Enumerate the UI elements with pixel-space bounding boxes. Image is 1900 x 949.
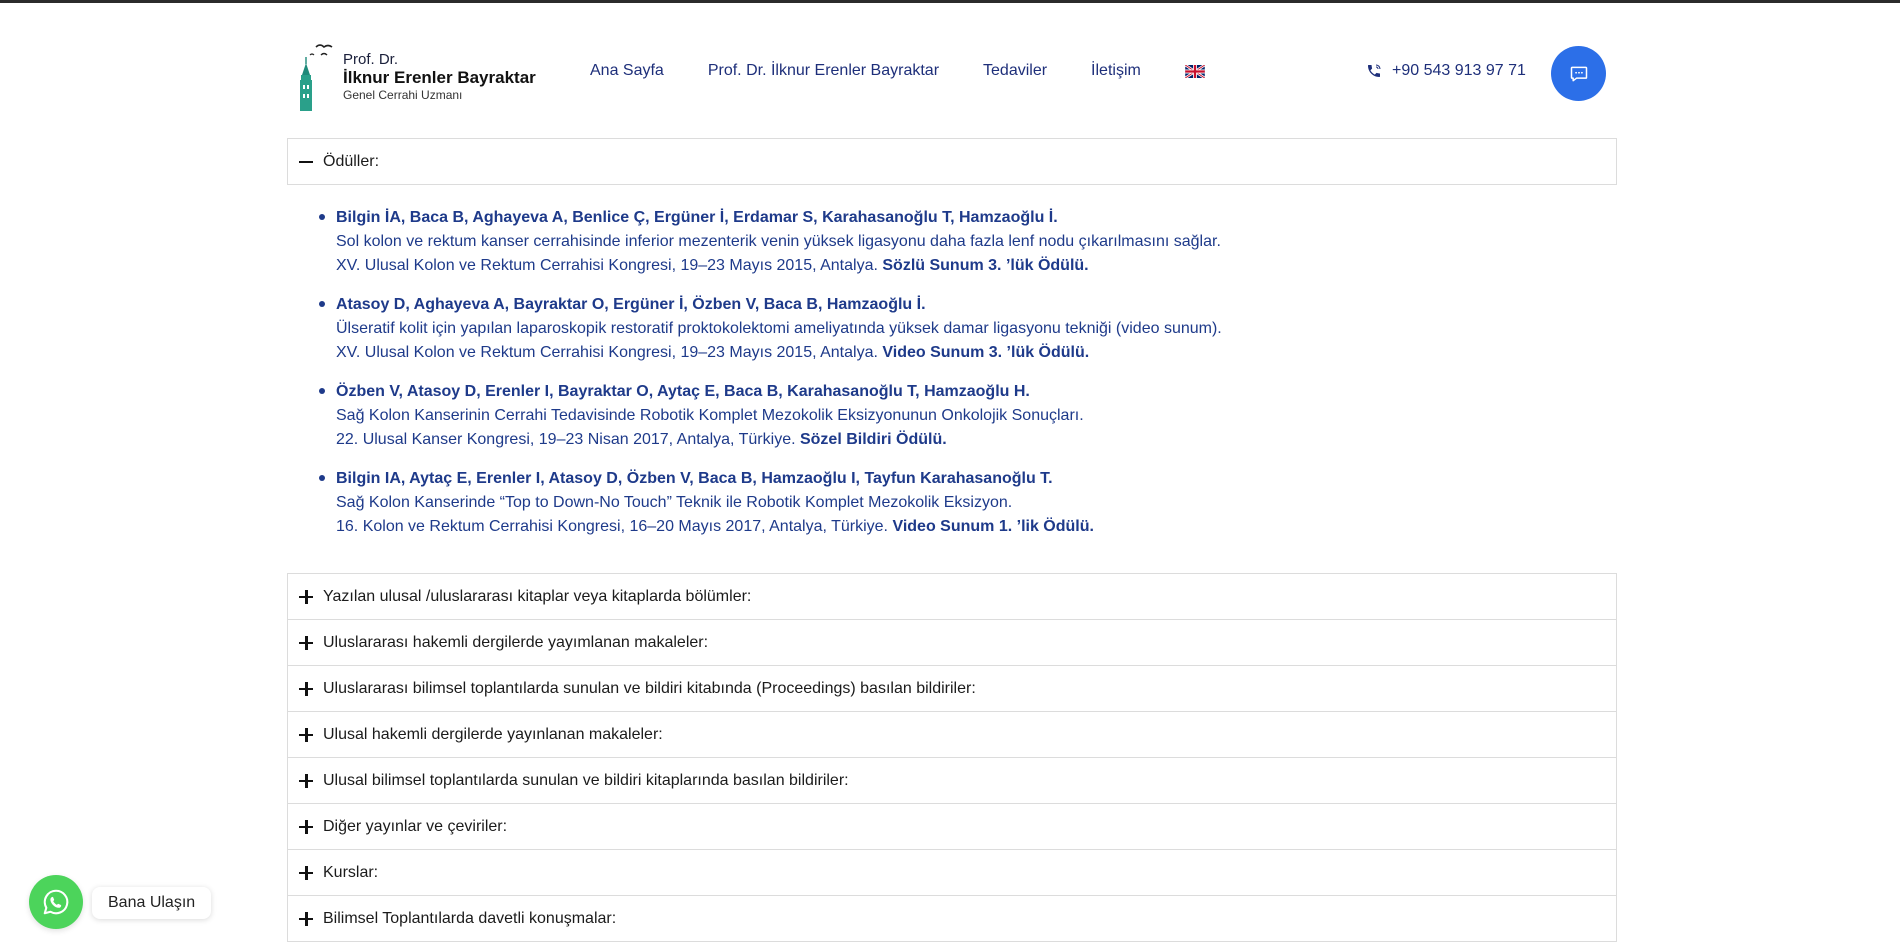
accordion-national-articles-header[interactable]: Ulusal hakemli dergilerde yayınlanan mak… — [287, 711, 1617, 758]
accordion-other-publications-header[interactable]: Diğer yayınlar ve çeviriler: — [287, 803, 1617, 850]
award-venue: XV. Ulusal Kolon ve Rektum Cerrahisi Kon… — [336, 344, 878, 361]
plus-icon — [299, 681, 313, 696]
logo-text: Prof. Dr. İlknur Erenler Bayraktar Genel… — [343, 52, 536, 101]
award-prize: Sözlü Sunum 3. ’lük Ödülü. — [882, 257, 1089, 274]
accordion-awards-header[interactable]: Ödüller: — [287, 138, 1617, 185]
award-prize: Video Sunum 3. ’lük Ödülü. — [882, 344, 1090, 361]
plus-icon — [299, 819, 313, 834]
accordion-title: Yazılan ulusal /uluslararası kitaplar ve… — [323, 587, 752, 605]
award-authors: Bilgin IA, Aytaç E, Erenler I, Atasoy D,… — [336, 470, 1053, 487]
galata-tower-logo — [300, 44, 333, 111]
logo-name: İlknur Erenler Bayraktar — [343, 68, 536, 87]
accordion-title: Bilimsel Toplantılarda davetli konuşmala… — [323, 909, 617, 927]
accordion-title: Ödüller: — [323, 152, 380, 170]
accordion-title: Uluslararası bilimsel toplantılarda sunu… — [323, 679, 976, 697]
phone-number: +90 543 913 97 71 — [1392, 62, 1526, 79]
phone-icon — [1368, 64, 1381, 77]
logo[interactable]: Prof. Dr. İlknur Erenler Bayraktar Genel… — [294, 41, 544, 111]
accordion-title: Diğer yayınlar ve çeviriler: — [323, 817, 508, 835]
uk-flag-icon[interactable] — [1184, 64, 1205, 78]
award-title: Ülseratif kolit için yapılan laparoskopi… — [336, 320, 1222, 337]
plus-icon — [299, 727, 313, 742]
main-nav: Ana Sayfa Prof. Dr. İlknur Erenler Bayra… — [590, 62, 1205, 80]
nav-contact[interactable]: İletişim — [1091, 62, 1141, 80]
award-venue-line: XV. Ulusal Kolon ve Rektum Cerrahisi Kon… — [336, 254, 1608, 278]
award-venue: XV. Ulusal Kolon ve Rektum Cerrahisi Kon… — [336, 257, 878, 274]
nav-treatments[interactable]: Tedaviler — [983, 62, 1047, 80]
award-authors: Özben V, Atasoy D, Erenler I, Bayraktar … — [336, 383, 1030, 400]
plus-icon — [299, 865, 313, 880]
whatsapp-icon — [43, 889, 69, 915]
award-venue-line: XV. Ulusal Kolon ve Rektum Cerrahisi Kon… — [336, 341, 1608, 365]
chat-button[interactable] — [1551, 46, 1606, 101]
award-venue-line: 16. Kolon ve Rektum Cerrahisi Kongresi, … — [336, 515, 1608, 539]
plus-icon — [299, 635, 313, 650]
award-prize: Video Sunum 1. ’lik Ödülü. — [892, 518, 1094, 535]
accordion-national-proceedings-header[interactable]: Ulusal bilimsel toplantılarda sunulan ve… — [287, 757, 1617, 804]
chat-bubble-icon — [1570, 66, 1587, 81]
award-prize: Sözel Bildiri Ödülü. — [799, 431, 947, 448]
nav-home[interactable]: Ana Sayfa — [590, 62, 664, 80]
list-item: Atasoy D, Aghayeva A, Bayraktar O, Ergün… — [318, 293, 1608, 365]
accordion-title: Ulusal hakemli dergilerde yayınlanan mak… — [323, 725, 663, 743]
accordion-title: Kurslar: — [323, 863, 379, 881]
award-venue: 22. Ulusal Kanser Kongresi, 19–23 Nisan … — [336, 431, 796, 448]
whatsapp-button[interactable] — [29, 875, 83, 929]
accordion-invited-talks-header[interactable]: Bilimsel Toplantılarda davetli konuşmala… — [287, 895, 1617, 942]
accordion-books-header[interactable]: Yazılan ulusal /uluslararası kitaplar ve… — [287, 573, 1617, 620]
logo-subtitle: Genel Cerrahi Uzmanı — [343, 88, 463, 102]
award-title: Sol kolon ve rektum kanser cerrahisinde … — [336, 233, 1221, 250]
award-title: Sağ Kolon Kanserinde “Top to Down-No Tou… — [336, 494, 1013, 511]
phone-link[interactable]: +90 543 913 97 71 — [1366, 62, 1526, 80]
logo-title-prefix: Prof. Dr. — [343, 51, 399, 68]
award-venue-line: 22. Ulusal Kanser Kongresi, 19–23 Nisan … — [336, 428, 1608, 452]
award-authors: Bilgin İA, Baca B, Aghayeva A, Benlice Ç… — [336, 209, 1058, 226]
accordion-title: Ulusal bilimsel toplantılarda sunulan ve… — [323, 771, 849, 789]
plus-icon — [299, 911, 313, 926]
accordion-title: Uluslararası hakemli dergilerde yayımlan… — [323, 633, 709, 651]
list-item: Özben V, Atasoy D, Erenler I, Bayraktar … — [318, 380, 1608, 452]
accordion-intl-proceedings-header[interactable]: Uluslararası bilimsel toplantılarda sunu… — [287, 665, 1617, 712]
accordion-intl-articles-header[interactable]: Uluslararası hakemli dergilerde yayımlan… — [287, 619, 1617, 666]
site-header: Prof. Dr. İlknur Erenler Bayraktar Genel… — [0, 3, 1900, 136]
plus-icon — [299, 589, 313, 604]
list-item: Bilgin IA, Aytaç E, Erenler I, Atasoy D,… — [318, 467, 1608, 539]
whatsapp-label[interactable]: Bana Ulaşın — [92, 887, 212, 919]
award-title: Sağ Kolon Kanserinin Cerrahi Tedavisinde… — [336, 407, 1084, 424]
accordion-courses-header[interactable]: Kurslar: — [287, 849, 1617, 896]
nav-about-doctor[interactable]: Prof. Dr. İlknur Erenler Bayraktar — [708, 62, 939, 80]
awards-list: Bilgin İA, Baca B, Aghayeva A, Benlice Ç… — [318, 206, 1608, 554]
award-venue: 16. Kolon ve Rektum Cerrahisi Kongresi, … — [336, 518, 888, 535]
award-authors: Atasoy D, Aghayeva A, Bayraktar O, Ergün… — [336, 296, 926, 313]
plus-icon — [299, 773, 313, 788]
minus-icon — [299, 155, 313, 169]
list-item: Bilgin İA, Baca B, Aghayeva A, Benlice Ç… — [318, 206, 1608, 278]
